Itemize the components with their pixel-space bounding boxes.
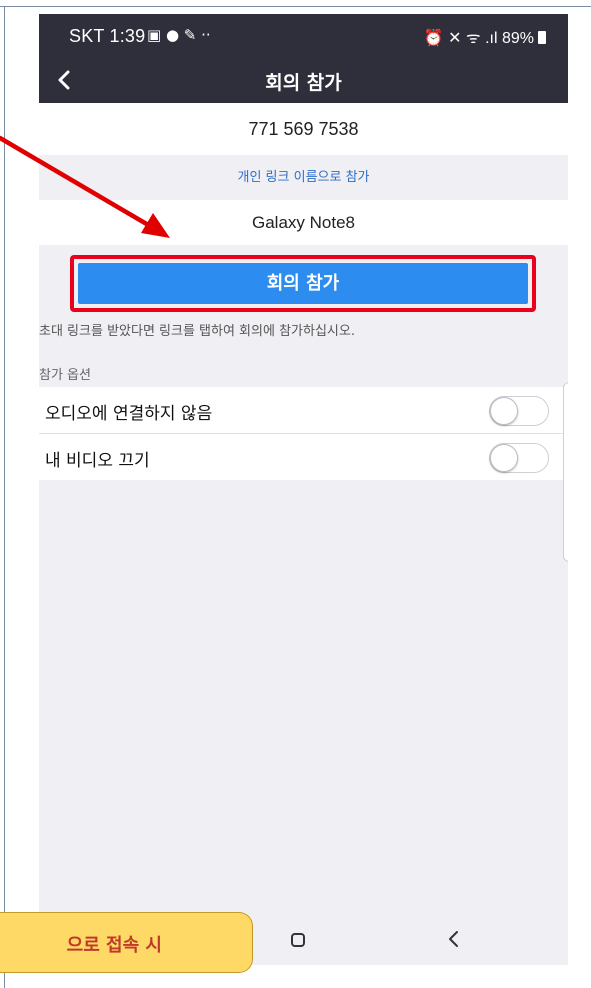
option-no-audio-label: 오디오에 연결하지 않음 [45, 404, 213, 424]
join-options-label: 참가 옵션 [39, 368, 91, 383]
no-audio-toggle[interactable] [489, 396, 549, 426]
toggle-knob [490, 397, 518, 425]
page-title: 회의 참가 [265, 72, 342, 94]
back-arrow-icon [449, 931, 458, 947]
option-video-off: 내 비디오 끄기 [39, 434, 568, 480]
invite-link-hint: 초대 링크를 받았다면 링크를 탭하여 회의에 참가하십시오. [39, 324, 355, 339]
join-button-highlight: 회의 참가 [70, 255, 536, 312]
option-no-audio: 오디오에 연결하지 않음 [39, 387, 568, 434]
home-button[interactable] [291, 933, 305, 947]
slide-top-border [0, 6, 591, 7]
side-panel-edge [563, 382, 568, 562]
callout-box: 으로 접속 시 [0, 912, 253, 973]
carrier-time: SKT 1:39 [69, 26, 146, 46]
callout-text: 으로 접속 시 [66, 935, 162, 956]
video-off-toggle[interactable] [489, 443, 549, 473]
status-bar: SKT 1:39 ▣ ● ✎ ·· ⏰ ✕ ᯤ .ıl 89% [39, 14, 568, 58]
system-back-button[interactable] [444, 928, 464, 950]
status-right: ⏰ ✕ ᯤ .ıl 89% [424, 26, 546, 48]
notification-icons: ▣ ● ✎ ·· [147, 26, 211, 44]
red-pointer-arrow [0, 135, 170, 238]
battery-icon [538, 31, 546, 44]
signal-battery-text: ⏰ ✕ ᯤ .ıl 89% [423, 30, 534, 47]
option-video-off-label: 내 비디오 끄기 [45, 451, 150, 471]
top-nav-bar: 회의 참가 [39, 58, 568, 103]
toggle-knob [490, 444, 518, 472]
join-meeting-button[interactable]: 회의 참가 [78, 263, 528, 304]
